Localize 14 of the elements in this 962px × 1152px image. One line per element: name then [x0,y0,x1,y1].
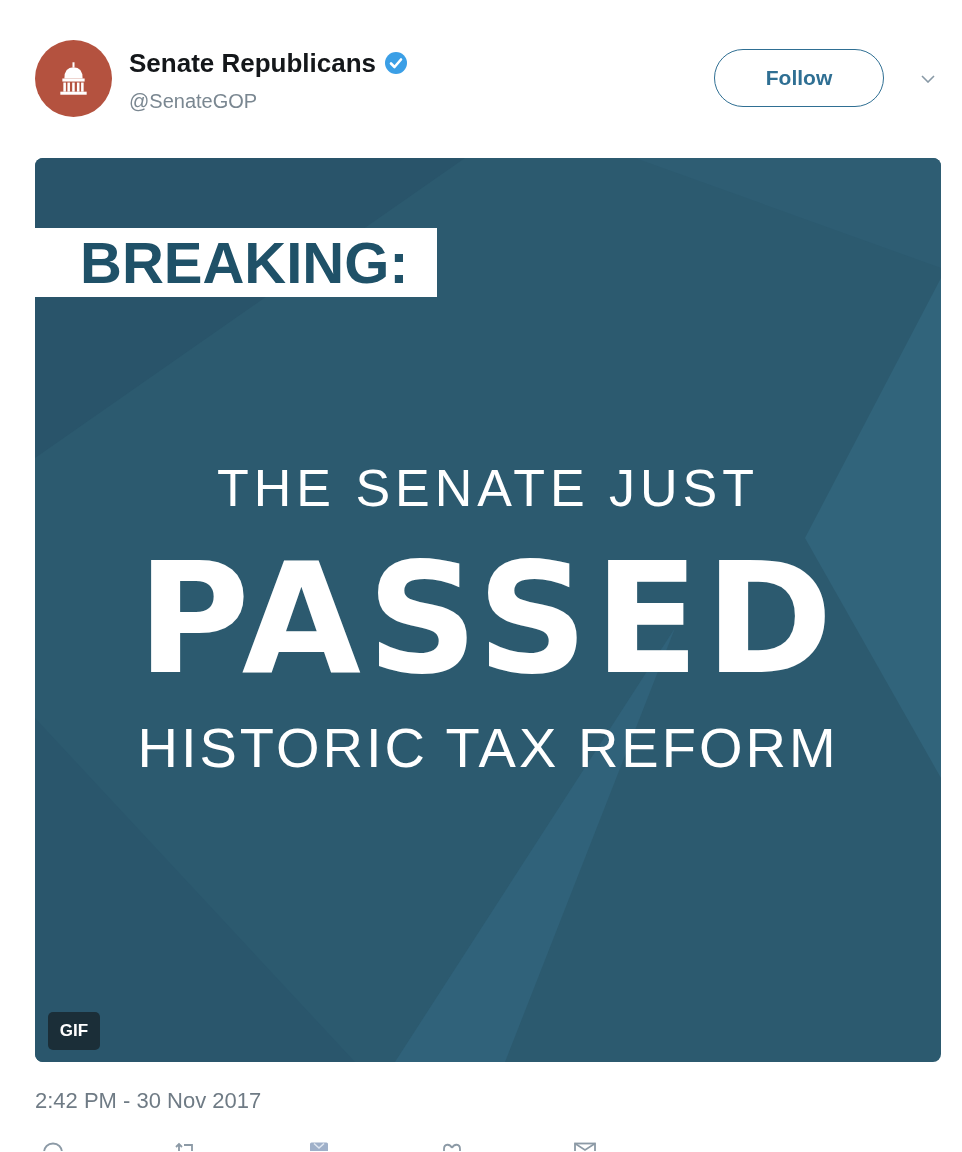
account-handle[interactable]: @SenateGOP [129,88,408,114]
headline-text: PASSED [137,542,839,696]
reply-icon[interactable] [40,1142,66,1151]
subtitle-text: HISTORIC TAX REFORM [137,720,839,776]
gif-badge: GIF [48,1012,100,1050]
dome-avatar-icon[interactable] [35,40,112,117]
account-name[interactable]: Senate Republicans [129,47,377,79]
breaking-label: BREAKING: [35,228,437,297]
envelope-icon[interactable] [572,1142,598,1151]
gif-panel[interactable]: BREAKING: THE SENATE JUST PASSED HISTORIC TAX REFORM GIF [35,158,941,1062]
follow-button[interactable]: Follow [714,49,884,107]
chevron-down-icon[interactable] [921,75,935,83]
subtitle-text: THE SENATE JUST [216,462,760,514]
tweet-timestamp[interactable]: 2:42 PM - 30 Nov 2017 [35,1089,262,1113]
